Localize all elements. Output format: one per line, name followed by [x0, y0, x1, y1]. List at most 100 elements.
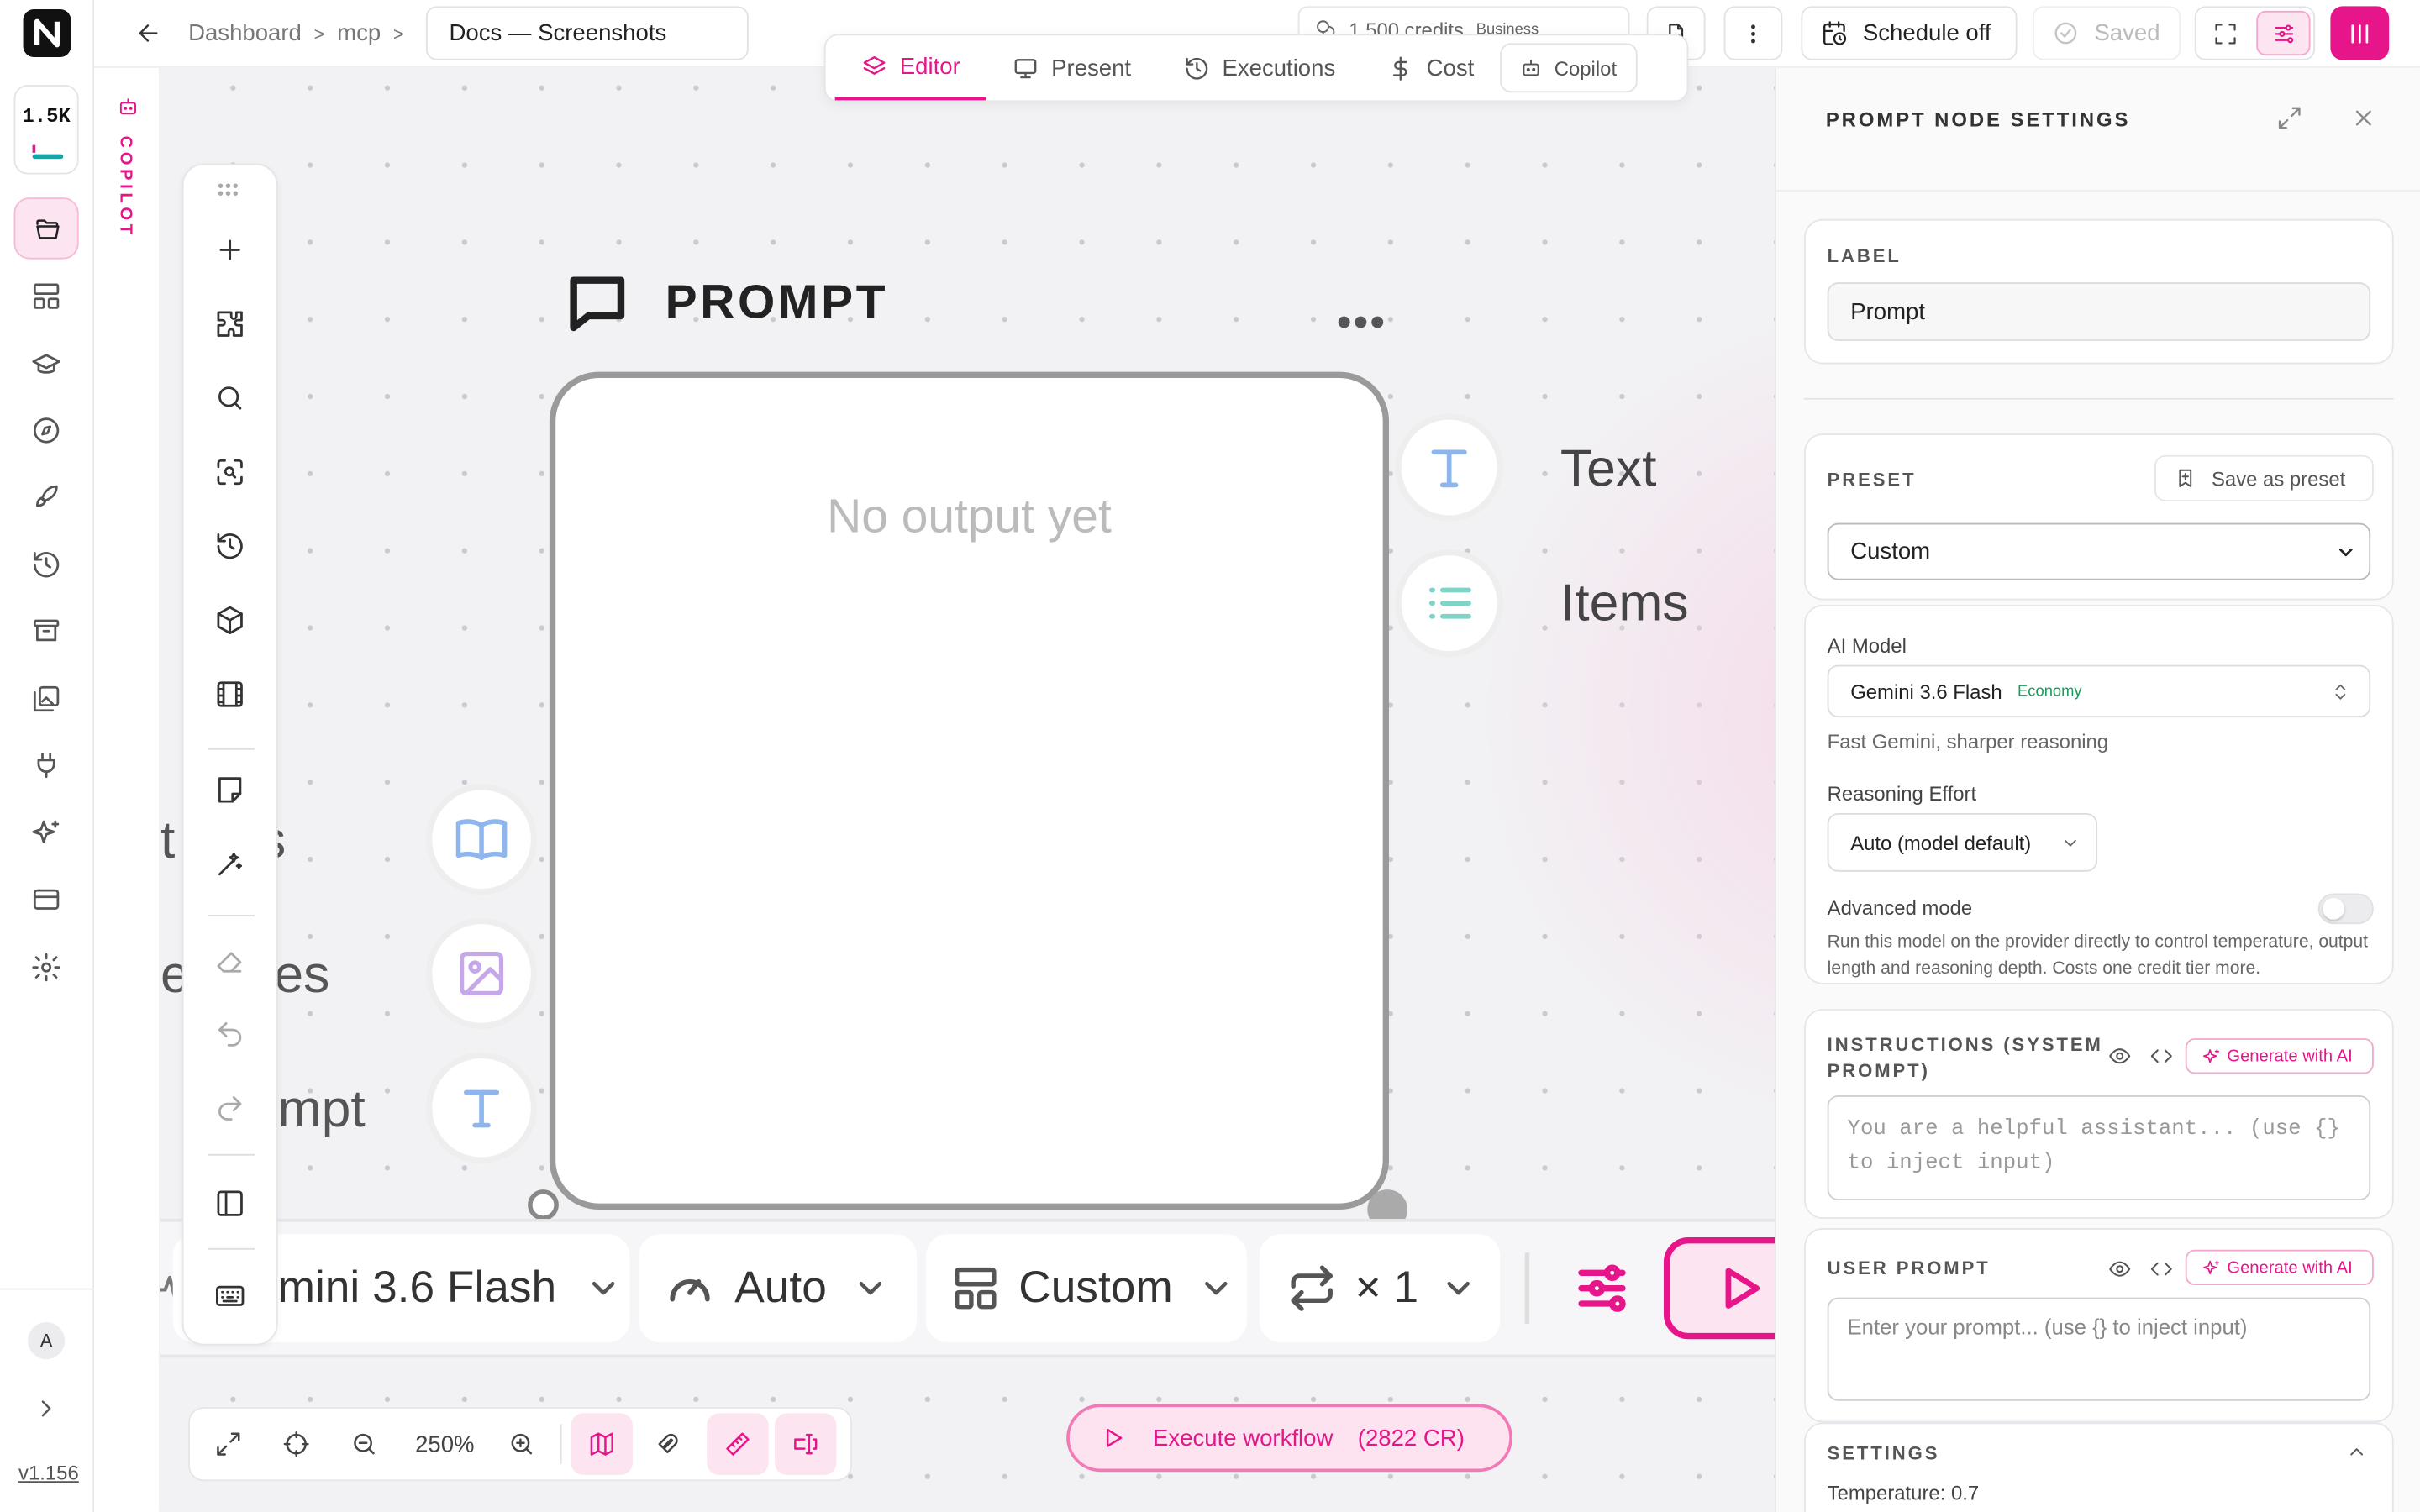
- node-menu-button[interactable]: •••: [1337, 300, 1387, 343]
- breadcrumb-dashboard[interactable]: Dashboard: [188, 20, 302, 46]
- expand-icon[interactable]: [2276, 105, 2302, 131]
- plug-icon[interactable]: [31, 750, 62, 781]
- scan-search-icon[interactable]: [214, 457, 245, 488]
- saved-status: Saved: [2032, 6, 2181, 60]
- graduation-cap-icon[interactable]: [31, 349, 62, 380]
- execute-workflow-button[interactable]: Execute workflow (2822 CR): [1066, 1404, 1512, 1473]
- chevron-up-icon[interactable]: [2346, 1441, 2368, 1462]
- gear-icon[interactable]: [31, 952, 62, 983]
- instructions-textarea[interactable]: You are a helpful assistant... (use {} t…: [1827, 1095, 2371, 1200]
- plus-icon[interactable]: [214, 234, 245, 265]
- layout-icon[interactable]: [31, 281, 62, 312]
- archive-icon[interactable]: [31, 616, 62, 647]
- input-port-references[interactable]: [425, 917, 538, 1030]
- film-icon[interactable]: [214, 679, 245, 710]
- map-icon: [591, 1432, 614, 1456]
- generate-instructions-button[interactable]: Generate with AI: [2185, 1038, 2374, 1074]
- output-port-text[interactable]: [1395, 413, 1503, 522]
- arrow-left-icon[interactable]: [136, 20, 162, 46]
- images-icon[interactable]: [31, 684, 62, 715]
- bookmark-plus-icon: [2179, 469, 2192, 487]
- image-icon: [460, 951, 504, 995]
- node-repeat-select[interactable]: × 1: [1259, 1234, 1501, 1342]
- eye-icon[interactable]: [2108, 1257, 2132, 1281]
- chevron-down-icon: [859, 1281, 881, 1295]
- doc-title-input[interactable]: Docs — Screenshots: [425, 6, 749, 60]
- more-menu-button[interactable]: [1723, 6, 1783, 60]
- text-type-icon: [1431, 449, 1467, 488]
- label-input[interactable]: Prompt: [1827, 282, 2371, 341]
- keyboard-icon[interactable]: [214, 1280, 245, 1311]
- nav-projects[interactable]: [13, 197, 79, 260]
- effort-select[interactable]: Auto (model default): [1827, 812, 2098, 872]
- toolbar-drag-handle[interactable]: ••• •••: [218, 178, 240, 202]
- zoom-out-icon[interactable]: [350, 1431, 378, 1458]
- advanced-mode-toggle[interactable]: [2317, 893, 2374, 925]
- panel-left-icon[interactable]: [214, 1188, 245, 1219]
- text-cursor-toggle[interactable]: [775, 1413, 838, 1475]
- redo-icon[interactable]: [214, 1092, 245, 1123]
- user-prompt-card: USER PROMPT Generate with AI Enter your …: [1804, 1228, 2394, 1423]
- settings-panel-toggle[interactable]: [2256, 10, 2311, 56]
- tab-executions[interactable]: Executions: [1157, 35, 1361, 100]
- magnet-toggle[interactable]: [639, 1413, 701, 1474]
- credits-widget[interactable]: 1.5K: [13, 85, 79, 175]
- preset-select[interactable]: Custom: [1827, 522, 2371, 580]
- mode-tabs: Editor Present Executions Cost Copilot: [823, 34, 1689, 102]
- rocket-icon[interactable]: [31, 481, 62, 512]
- minimap-toggle[interactable]: [571, 1413, 634, 1475]
- input-port-prompt[interactable]: [425, 1052, 538, 1163]
- sparkles-icon[interactable]: [31, 817, 62, 848]
- sliders-icon[interactable]: [1568, 1257, 1636, 1319]
- code-icon[interactable]: [2150, 1044, 2174, 1068]
- close-icon[interactable]: [2350, 105, 2376, 131]
- generate-user-prompt-button[interactable]: Generate with AI: [2185, 1249, 2374, 1285]
- eraser-icon[interactable]: [214, 944, 245, 975]
- node-run-button[interactable]: [1663, 1237, 1776, 1340]
- left-rail: 1.5K A v1.156: [0, 0, 95, 1512]
- bot-icon: [1523, 60, 1539, 76]
- save-preset-button[interactable]: Save as preset: [2154, 454, 2374, 501]
- node-effort-select[interactable]: Auto: [639, 1234, 917, 1342]
- tab-editor[interactable]: Editor: [834, 35, 986, 101]
- breadcrumb-mcp[interactable]: mcp: [337, 20, 381, 46]
- code-icon[interactable]: [2150, 1257, 2174, 1281]
- output-port-items[interactable]: [1395, 549, 1503, 658]
- schedule-button[interactable]: Schedule off: [1801, 6, 2018, 60]
- history-icon[interactable]: [31, 549, 62, 580]
- node-preset-select[interactable]: Custom: [926, 1234, 1248, 1342]
- fullscreen-button[interactable]: [2196, 8, 2255, 59]
- compass-icon[interactable]: [31, 415, 62, 446]
- search-icon[interactable]: [214, 383, 245, 414]
- ruler-toggle[interactable]: [707, 1413, 770, 1475]
- credit-card-icon[interactable]: [31, 884, 62, 915]
- history-icon[interactable]: [214, 531, 245, 562]
- layout-columns-button[interactable]: [2330, 6, 2390, 60]
- puzzle-icon[interactable]: [214, 308, 245, 339]
- chevron-right-icon[interactable]: [33, 1394, 60, 1422]
- magic-wand-icon[interactable]: [214, 848, 245, 879]
- crosshair-icon[interactable]: [282, 1431, 310, 1458]
- app-logo[interactable]: [23, 9, 71, 57]
- workflow-canvas[interactable]: PROMPT ••• No output yet Text Items t io…: [160, 67, 1776, 1512]
- text-cursor-icon: [794, 1433, 818, 1455]
- bot-icon: [119, 98, 136, 115]
- undo-icon[interactable]: [214, 1018, 245, 1049]
- zoom-in-icon[interactable]: [508, 1431, 536, 1458]
- copilot-strip[interactable]: COPILOT: [94, 67, 161, 1512]
- eye-icon[interactable]: [2108, 1044, 2132, 1068]
- prompt-node[interactable]: No output yet: [549, 371, 1390, 1210]
- box-icon[interactable]: [214, 605, 245, 636]
- model-select[interactable]: Gemini 3.6 Flash Economy: [1827, 664, 2371, 718]
- ruler-icon: [726, 1432, 750, 1456]
- input-port-instructions[interactable]: [425, 784, 538, 895]
- user-prompt-textarea[interactable]: Enter your prompt... (use {} to inject i…: [1827, 1297, 2371, 1401]
- node-resize-handle-left[interactable]: [528, 1189, 559, 1221]
- maximize-icon[interactable]: [214, 1431, 242, 1458]
- instructions-card: INSTRUCTIONS (SYSTEM PROMPT) Generate wi…: [1804, 1009, 2394, 1219]
- tab-copilot[interactable]: Copilot: [1500, 43, 1637, 93]
- avatar[interactable]: A: [28, 1322, 66, 1360]
- sticky-note-icon[interactable]: [214, 774, 245, 806]
- tab-present[interactable]: Present: [986, 35, 1157, 100]
- tab-cost[interactable]: Cost: [1361, 35, 1500, 100]
